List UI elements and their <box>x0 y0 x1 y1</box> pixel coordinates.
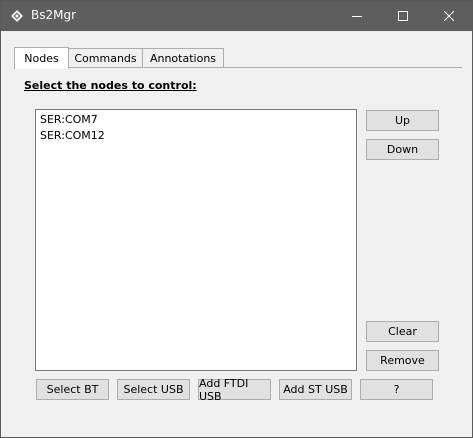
tab-annotations[interactable]: Annotations <box>142 48 224 68</box>
help-button[interactable]: ? <box>360 379 433 400</box>
window-title: Bs2Mgr <box>31 8 77 22</box>
add-st-usb-button[interactable]: Add ST USB <box>279 379 352 400</box>
maximize-button[interactable] <box>380 1 426 31</box>
list-item[interactable]: SER:COM12 <box>40 129 105 142</box>
title-bar[interactable]: Bs2Mgr <box>1 1 472 31</box>
minimize-icon <box>352 16 362 17</box>
diamond-app-icon <box>11 10 23 22</box>
clear-button[interactable]: Clear <box>366 321 439 342</box>
tab-commands[interactable]: Commands <box>68 48 143 68</box>
nodes-listbox[interactable]: SER:COM7 SER:COM12 <box>35 109 357 371</box>
select-bt-button[interactable]: Select BT <box>36 379 109 400</box>
list-item[interactable]: SER:COM7 <box>40 113 98 126</box>
app-window: Bs2Mgr Nodes Commands Annotations Select… <box>0 0 473 438</box>
select-usb-button[interactable]: Select USB <box>117 379 190 400</box>
minimize-button[interactable] <box>334 1 380 31</box>
remove-button[interactable]: Remove <box>366 350 439 371</box>
nodes-section-label: Select the nodes to control: <box>24 79 197 92</box>
close-icon <box>444 11 454 21</box>
up-button[interactable]: Up <box>366 110 439 131</box>
down-button[interactable]: Down <box>366 139 439 160</box>
add-ftdi-usb-button[interactable]: Add FTDI USB <box>198 377 271 403</box>
close-button[interactable] <box>426 1 472 31</box>
maximize-icon <box>398 11 408 21</box>
tab-nodes[interactable]: Nodes <box>14 47 69 69</box>
